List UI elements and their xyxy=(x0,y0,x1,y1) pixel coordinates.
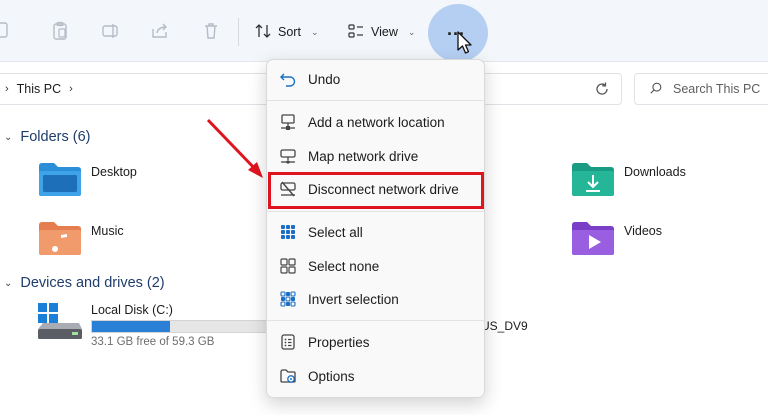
network-location-icon xyxy=(281,114,295,130)
menu-separator xyxy=(267,211,484,212)
refresh-icon[interactable] xyxy=(593,80,611,98)
folder-label-downloads[interactable]: Downloads xyxy=(624,165,686,179)
menu-item-label: Options xyxy=(308,368,355,384)
search-icon xyxy=(649,81,663,98)
rename-icon[interactable] xyxy=(101,21,121,41)
breadcrumb-this-pc[interactable]: This PC xyxy=(17,82,61,96)
menu-separator xyxy=(267,100,484,101)
menu-item-options[interactable]: Options xyxy=(276,362,477,390)
menu-item-invert-selection[interactable]: Invert selection xyxy=(276,285,477,313)
map-drive-icon xyxy=(280,149,296,164)
menu-item-map-network-drive[interactable]: Map network drive xyxy=(276,142,477,170)
drives-group-label: Devices and drives (2) xyxy=(20,275,165,291)
videos-folder-icon[interactable] xyxy=(570,219,616,257)
sort-icon xyxy=(254,22,272,43)
drives-group-header[interactable]: ⌄ Devices and drives (2) xyxy=(4,275,165,291)
local-disk-usage-fill xyxy=(92,321,171,332)
paste-icon[interactable] xyxy=(50,21,70,41)
search-placeholder: Search This PC xyxy=(673,82,761,96)
select-all-icon xyxy=(281,225,295,239)
annotation-highlight-box xyxy=(268,172,484,209)
undo-icon xyxy=(280,73,296,87)
downloads-folder-icon[interactable] xyxy=(570,160,616,198)
command-bar: Sort ⌄ View ⌄ ... xyxy=(0,0,768,62)
mouse-cursor-icon xyxy=(457,31,472,54)
menu-item-label: Invert selection xyxy=(308,291,399,307)
options-icon xyxy=(280,369,296,383)
menu-item-label: Properties xyxy=(308,334,370,350)
search-input[interactable]: Search This PC xyxy=(634,73,768,105)
share-icon[interactable] xyxy=(150,21,170,41)
menu-item-label: Select none xyxy=(308,258,380,274)
select-none-icon xyxy=(280,258,296,274)
toolbar-divider xyxy=(238,18,239,46)
copy-icon[interactable] xyxy=(0,21,14,41)
menu-item-label: Select all xyxy=(308,224,363,240)
menu-item-add-network-location[interactable]: Add a network location xyxy=(276,108,477,136)
chevron-right-icon[interactable]: › xyxy=(5,83,9,95)
invert-selection-icon xyxy=(280,291,296,307)
folder-label-desktop[interactable]: Desktop xyxy=(91,165,137,179)
music-folder-icon[interactable] xyxy=(37,219,83,257)
folder-label-videos[interactable]: Videos xyxy=(624,224,662,238)
menu-item-properties[interactable]: Properties xyxy=(276,328,477,356)
local-disk-free-space: 33.1 GB free of 59.3 GB xyxy=(91,336,215,348)
local-disk-name[interactable]: Local Disk (C:) xyxy=(91,303,173,317)
folders-group-label: Folders (6) xyxy=(20,129,91,145)
chevron-down-icon: ⌄ xyxy=(310,26,319,37)
menu-item-select-none[interactable]: Select none xyxy=(276,252,477,280)
menu-item-label: Map network drive xyxy=(308,148,419,164)
chevron-down-icon[interactable]: ⌄ xyxy=(4,132,12,143)
view-button[interactable]: View ⌄ xyxy=(347,19,415,45)
see-more-menu: Undo Add a network location Map network … xyxy=(266,59,485,398)
menu-item-label: Add a network location xyxy=(308,114,445,130)
local-disk-usage-bar xyxy=(91,320,271,333)
sort-label: Sort xyxy=(278,25,301,39)
view-icon xyxy=(347,22,365,43)
menu-item-undo[interactable]: Undo xyxy=(276,65,477,93)
view-label: View xyxy=(371,25,398,39)
local-disk-icon[interactable] xyxy=(37,301,83,341)
chevron-down-icon: ⌄ xyxy=(407,26,416,37)
folder-label-music[interactable]: Music xyxy=(91,224,124,238)
menu-item-select-all[interactable]: Select all xyxy=(276,218,477,246)
sort-button[interactable]: Sort ⌄ xyxy=(254,19,318,45)
annotation-arrow xyxy=(206,118,263,178)
folders-group-header[interactable]: ⌄ Folders (6) xyxy=(4,129,91,145)
chevron-down-icon[interactable]: ⌄ xyxy=(4,278,12,289)
chevron-right-icon[interactable]: › xyxy=(69,83,73,95)
dvd-drive-label[interactable]: US_DV9 xyxy=(481,319,528,333)
menu-separator xyxy=(267,320,484,321)
menu-item-label: Undo xyxy=(308,71,341,87)
properties-icon xyxy=(281,334,295,350)
delete-icon[interactable] xyxy=(201,21,221,41)
desktop-folder-icon[interactable] xyxy=(37,160,83,198)
